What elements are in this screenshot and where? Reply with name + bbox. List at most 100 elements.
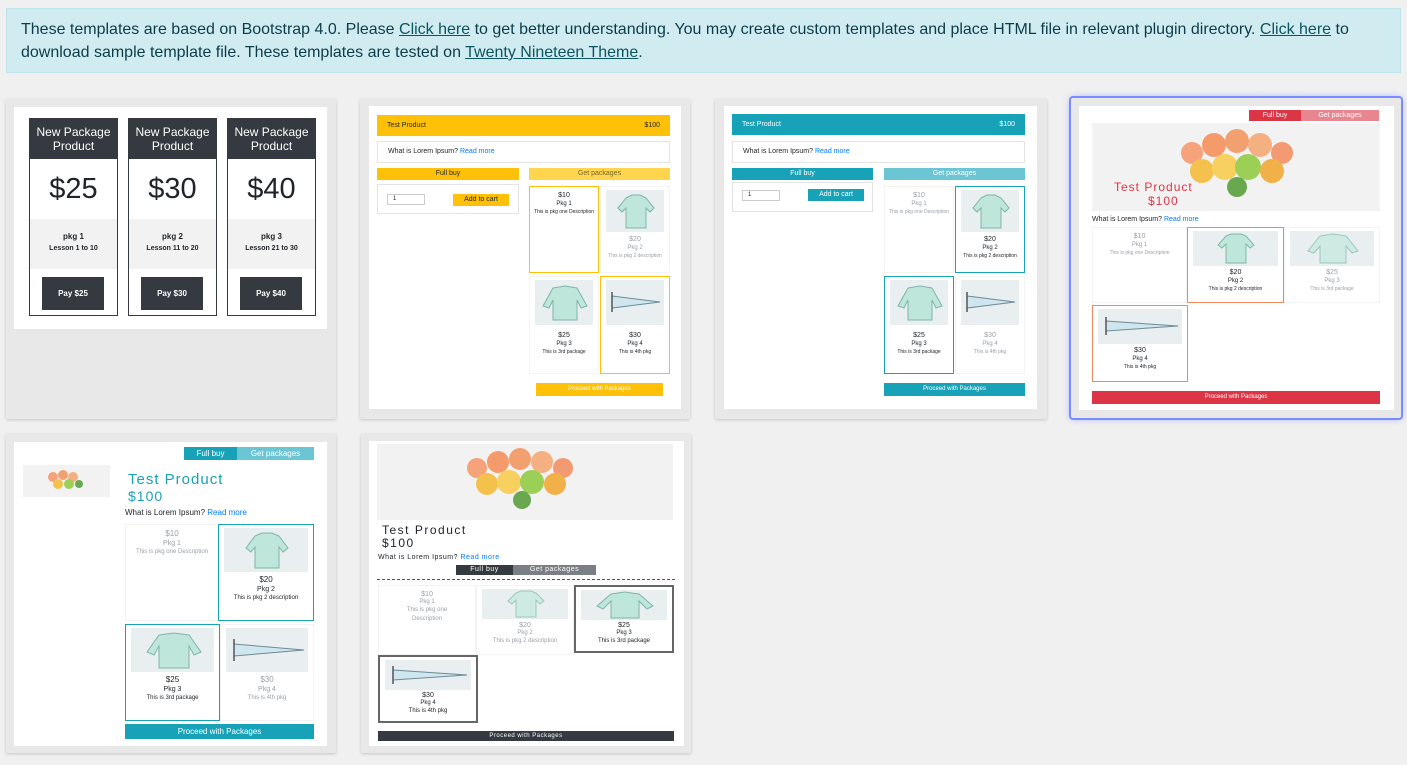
product-banner	[1092, 123, 1380, 211]
product-header: Test Product $100	[732, 114, 1025, 135]
package-price: $30	[1134, 347, 1146, 354]
product-price: $100	[644, 122, 660, 129]
add-to-cart-button[interactable]: Add to cart	[808, 189, 864, 201]
package-card[interactable]: $20 Pkg 2 This is pkg 2 description	[1187, 227, 1284, 303]
read-more-link[interactable]: Read more	[460, 148, 495, 155]
package-card[interactable]: $30 Pkg 4 This is 4th pkg	[600, 276, 670, 374]
package-desc: This is pkg one Description	[1109, 250, 1170, 256]
template-card-5[interactable]: Full buy Get packages Test Product $100 …	[6, 434, 336, 753]
pricing-price: $30	[148, 173, 197, 205]
divider	[377, 579, 675, 580]
get-packages-tab[interactable]: Get packages	[529, 168, 670, 180]
product-price: $100	[382, 536, 415, 550]
product-header: Test Product $100	[377, 115, 670, 136]
citrus-image	[1181, 129, 1293, 197]
citrus-image	[467, 448, 573, 509]
template-card-2[interactable]: Test Product $100 What is Lorem Ipsum? R…	[360, 99, 690, 419]
get-packages-tab[interactable]: Get packages	[513, 565, 596, 575]
template-card-3[interactable]: Test Product $100 What is Lorem Ipsum? R…	[715, 99, 1047, 419]
package-desc: This is 4th pkg	[973, 349, 1007, 355]
pay-button[interactable]: Pay $40	[240, 277, 302, 310]
read-more-link[interactable]: Read more	[1164, 216, 1199, 223]
full-buy-tab[interactable]: Full buy	[184, 447, 237, 460]
package-desc: This is pkg 2 description	[963, 253, 1017, 259]
proceed-button[interactable]: Proceed with Packages	[884, 383, 1025, 396]
package-card[interactable]: $20 Pkg 2 This is pkg 2 description	[218, 524, 314, 621]
package-desc: This is 4th pkg	[1123, 364, 1157, 370]
pennant-image	[1098, 309, 1182, 344]
template-card-1[interactable]: New Package Product $25 pkg 1 Lesson 1 t…	[6, 99, 336, 419]
product-name: Test Product	[1114, 180, 1193, 194]
pay-button[interactable]: Pay $25	[42, 277, 104, 310]
get-packages-tab[interactable]: Get packages	[1301, 110, 1379, 121]
pricing-lesson: Lesson 1 to 10	[49, 245, 98, 252]
read-more-link[interactable]: Read more	[207, 508, 247, 517]
package-card[interactable]: $10 Pkg 1 This is pkg one Description	[529, 186, 599, 273]
template-card-4[interactable]: Full buy Get packages Test Product $100 …	[1071, 98, 1401, 418]
package-desc: This is pkg one Description	[406, 607, 448, 622]
proceed-button[interactable]: Proceed with Packages	[125, 724, 314, 739]
package-desc: This is 4th pkg	[618, 349, 652, 355]
package-card[interactable]: $25 Pkg 3 This is 3rd package	[529, 276, 599, 374]
read-more-link[interactable]: Read more	[815, 148, 850, 155]
package-card[interactable]: $20 Pkg 2 This is pkg 2 description	[955, 186, 1025, 273]
pricing-pkg: pkg 1	[63, 232, 84, 241]
jacket-image	[1193, 231, 1278, 266]
package-card[interactable]: $10 Pkg 1 This is pkg one Description	[884, 186, 954, 273]
notice-text: .	[638, 44, 643, 61]
product-thumbnail	[23, 465, 110, 497]
package-desc: This is pkg one Description	[533, 209, 595, 215]
read-more-link[interactable]: Read more	[460, 554, 499, 561]
proceed-button[interactable]: Proceed with Packages	[536, 383, 663, 396]
package-card[interactable]: $30 Pkg 4 This is 4th pkg	[378, 655, 478, 723]
package-name: Pkg 4	[258, 686, 276, 693]
question-text: What is Lorem Ipsum?	[388, 148, 459, 155]
quantity-stepper[interactable]: 1	[387, 194, 425, 205]
package-card[interactable]: $10 Pkg 1 This is pkg one Description	[378, 585, 476, 655]
package-card[interactable]: $20 Pkg 2 This is pkg 2 description	[476, 585, 574, 655]
add-to-cart-button[interactable]: Add to cart	[453, 194, 509, 206]
full-buy-tab[interactable]: Full buy	[732, 168, 873, 180]
cart-box: 1 Add to cart	[377, 184, 519, 214]
get-packages-tab[interactable]: Get packages	[884, 168, 1025, 180]
package-card[interactable]: $10 Pkg 1 This is pkg one Description	[1092, 227, 1187, 303]
package-desc: This is pkg 2 description	[233, 595, 299, 601]
package-name: Pkg 3	[163, 686, 182, 693]
template-card-6[interactable]: Test Product $100 What is Lorem Ipsum? R…	[361, 434, 691, 753]
package-card[interactable]: $25 Pkg 3 This is 3rd package	[884, 276, 954, 374]
full-buy-tab[interactable]: Full buy	[1249, 110, 1301, 121]
description-box: What is Lorem Ipsum? Read more	[377, 141, 670, 163]
theme-link[interactable]: Twenty Nineteen Theme	[465, 44, 638, 61]
full-buy-tab[interactable]: Full buy	[377, 168, 519, 180]
package-card[interactable]: $25 Pkg 3 This is 3rd package	[1284, 227, 1380, 303]
package-card[interactable]: $20 Pkg 2 This is pkg 2 description	[600, 186, 670, 273]
package-card[interactable]: $30 Pkg 4 This is 4th pkg	[220, 624, 314, 721]
jacket-image	[482, 589, 568, 619]
full-buy-tab[interactable]: Full buy	[456, 565, 513, 575]
quantity-stepper[interactable]: 1	[742, 190, 780, 201]
package-card[interactable]: $30 Pkg 4 This is 4th pkg	[1092, 305, 1188, 382]
sample-template-link[interactable]: Click here	[1260, 21, 1331, 38]
product-name: Test Product	[742, 121, 781, 128]
package-card[interactable]: $10 Pkg 1 This is pkg one Description	[125, 524, 219, 621]
package-price: $30	[629, 332, 641, 339]
pay-button[interactable]: Pay $30	[141, 277, 203, 310]
pennant-image	[226, 628, 308, 672]
info-notice: These templates are based on Bootstrap 4…	[6, 8, 1401, 73]
package-desc: This is 3rd package	[897, 349, 941, 355]
question-text: What is Lorem Ipsum?	[743, 148, 814, 155]
package-desc: This is pkg one Description	[888, 209, 950, 215]
jacket-image	[961, 190, 1019, 232]
bootstrap-link[interactable]: Click here	[399, 21, 470, 38]
product-price: $100	[1148, 194, 1179, 208]
proceed-button[interactable]: Proceed with Packages	[1092, 391, 1380, 404]
package-card[interactable]: $30 Pkg 4 This is 4th pkg	[955, 276, 1025, 374]
package-price: $20	[984, 236, 996, 243]
proceed-button[interactable]: Proceed with Packages	[378, 731, 674, 741]
sweater-image	[1290, 231, 1374, 266]
package-card[interactable]: $25 Pkg 3 This is 3rd package	[574, 585, 674, 653]
pricing-title: New Package Product	[129, 119, 216, 159]
get-packages-tab[interactable]: Get packages	[237, 447, 314, 460]
pricing-column: New Package Product $25 pkg 1 Lesson 1 t…	[29, 118, 118, 316]
package-card[interactable]: $25 Pkg 3 This is 3rd package	[125, 624, 220, 721]
